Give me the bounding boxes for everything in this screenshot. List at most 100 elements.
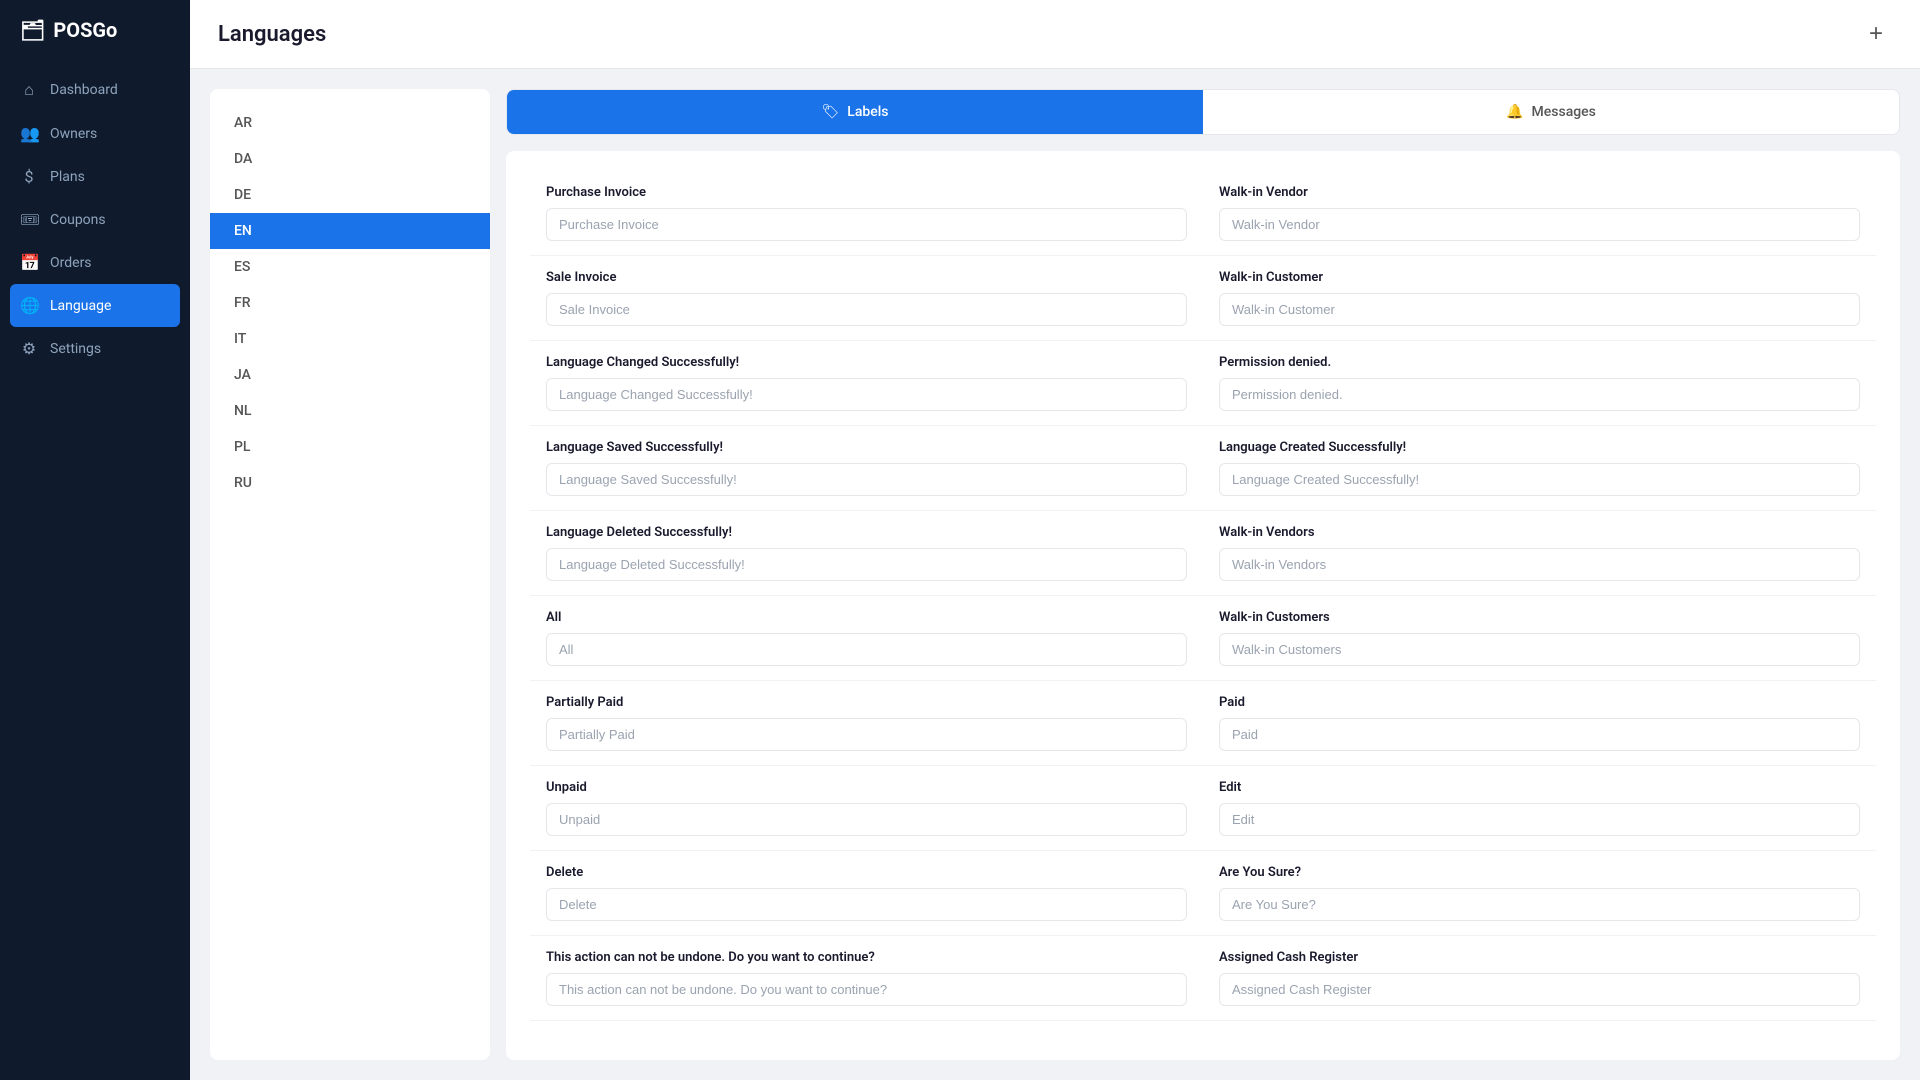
add-button[interactable]: + [1860, 18, 1892, 50]
field-input-edit_label[interactable] [1219, 803, 1860, 836]
app-logo: 🗂 POSGo [0, 0, 190, 60]
sidebar-item-coupons[interactable]: 🎟 Coupons [0, 198, 190, 241]
lang-item-ru[interactable]: RU [210, 465, 490, 501]
label-field-walk_in_customer_label: Walk-in Customer [1203, 256, 1876, 341]
field-input-language_changed_label[interactable] [546, 378, 1187, 411]
field-label-text-language_created_label: Language Created Successfully! [1219, 440, 1860, 455]
sidebar-item-orders[interactable]: 📅Orders [0, 241, 190, 284]
tab-labels[interactable]: 🏷 Labels [507, 90, 1203, 134]
label-field-language_deleted_label: Language Deleted Successfully! [530, 511, 1203, 596]
label-field-permission_denied_label: Permission denied. [1203, 341, 1876, 426]
lang-item-de[interactable]: DE [210, 177, 490, 213]
lang-item-fr[interactable]: FR [210, 285, 490, 321]
lang-item-da[interactable]: DA [210, 141, 490, 177]
field-input-language_deleted_label[interactable] [546, 548, 1187, 581]
label-field-language_saved_label: Language Saved Successfully! [530, 426, 1203, 511]
field-input-all_label[interactable] [546, 633, 1187, 666]
field-input-unpaid_label[interactable] [546, 803, 1187, 836]
lang-item-ar[interactable]: AR [210, 105, 490, 141]
nav-menu: ⌂Dashboard 👥 Owners $ Plans 🎟 Coupons 📅Orders 🌐 L… [0, 60, 190, 378]
sidebar-item-owners[interactable]: 👥 Owners [0, 112, 190, 155]
label-field-delete_label: Delete [530, 851, 1203, 936]
settings-icon: ⚙ [20, 339, 38, 358]
field-label-text-permission_denied_label: Permission denied. [1219, 355, 1860, 370]
sidebar-item-dashboard[interactable]: ⌂Dashboard [0, 68, 190, 112]
orders-icon: 📅 [20, 253, 38, 272]
field-input-sale_invoice_label[interactable] [546, 293, 1187, 326]
field-input-partially_paid_label[interactable] [546, 718, 1187, 751]
nav-label-dashboard: Dashboard [50, 82, 118, 98]
field-label-text-all_label: All [546, 610, 1187, 625]
field-input-action_undone_label[interactable] [546, 973, 1187, 1006]
plans-icon: $ [20, 167, 38, 186]
field-label-text-unpaid_label: Unpaid [546, 780, 1187, 795]
field-label-text-walk_in_vendor_label: Walk-in Vendor [1219, 185, 1860, 200]
labels-container: Purchase Invoice Walk-in Vendor Sale Inv… [506, 151, 1900, 1060]
label-field-purchase_invoice_label: Purchase Invoice [530, 171, 1203, 256]
field-input-language_created_label[interactable] [1219, 463, 1860, 496]
field-label-text-are_you_sure_label: Are You Sure? [1219, 865, 1860, 880]
lang-item-es[interactable]: ES [210, 249, 490, 285]
labels-tab-icon: 🏷 [821, 104, 839, 120]
label-field-language_changed_label: Language Changed Successfully! [530, 341, 1203, 426]
label-field-unpaid_label: Unpaid [530, 766, 1203, 851]
messages-tab-label: Messages [1532, 104, 1596, 120]
right-panel: 🏷 Labels 🔔 Messages Purchase Invoice Walk-i… [506, 89, 1900, 1060]
field-label-text-walk_in_vendors_label: Walk-in Vendors [1219, 525, 1860, 540]
tab-messages[interactable]: 🔔 Messages [1203, 90, 1899, 134]
field-input-walk_in_vendors_label[interactable] [1219, 548, 1860, 581]
messages-tab-icon: 🔔 [1506, 104, 1523, 120]
field-input-assigned_cash_register_label[interactable] [1219, 973, 1860, 1006]
nav-label-settings: Settings [50, 341, 101, 357]
lang-item-nl[interactable]: NL [210, 393, 490, 429]
sidebar-item-plans[interactable]: $ Plans [0, 155, 190, 198]
page-title: Languages [218, 22, 326, 47]
logo-icon: 🗂 [20, 18, 45, 42]
label-field-partially_paid_label: Partially Paid [530, 681, 1203, 766]
coupons-icon: 🎟 [20, 210, 38, 229]
field-input-delete_label[interactable] [546, 888, 1187, 921]
field-input-language_saved_label[interactable] [546, 463, 1187, 496]
lang-item-pl[interactable]: PL [210, 429, 490, 465]
language-icon: 🌐 [20, 296, 38, 315]
field-input-paid_label[interactable] [1219, 718, 1860, 751]
label-field-action_undone_label: This action can not be undone. Do you wa… [530, 936, 1203, 1021]
app-name: POSGo [53, 18, 117, 42]
field-input-walk_in_customers_label[interactable] [1219, 633, 1860, 666]
lang-item-en[interactable]: EN [210, 213, 490, 249]
field-label-text-language_saved_label: Language Saved Successfully! [546, 440, 1187, 455]
label-field-edit_label: Edit [1203, 766, 1876, 851]
main-content: Languages + ARDADEENESFRITJANLPLRU 🏷 Labe… [190, 0, 1920, 1080]
label-field-are_you_sure_label: Are You Sure? [1203, 851, 1876, 936]
field-label-text-language_changed_label: Language Changed Successfully! [546, 355, 1187, 370]
field-label-text-walk_in_customers_label: Walk-in Customers [1219, 610, 1860, 625]
nav-label-plans: Plans [50, 169, 85, 185]
lang-item-ja[interactable]: JA [210, 357, 490, 393]
label-field-language_created_label: Language Created Successfully! [1203, 426, 1876, 511]
field-label-text-walk_in_customer_label: Walk-in Customer [1219, 270, 1860, 285]
owners-icon: 👥 [20, 124, 38, 143]
field-label-text-partially_paid_label: Partially Paid [546, 695, 1187, 710]
field-label-text-purchase_invoice_label: Purchase Invoice [546, 185, 1187, 200]
field-label-text-paid_label: Paid [1219, 695, 1860, 710]
field-input-purchase_invoice_label[interactable] [546, 208, 1187, 241]
sidebar-item-settings[interactable]: ⚙ Settings [0, 327, 190, 370]
field-label-text-sale_invoice_label: Sale Invoice [546, 270, 1187, 285]
field-input-are_you_sure_label[interactable] [1219, 888, 1860, 921]
field-input-permission_denied_label[interactable] [1219, 378, 1860, 411]
labels-tab-label: Labels [847, 104, 888, 120]
lang-item-it[interactable]: IT [210, 321, 490, 357]
language-list-panel: ARDADEENESFRITJANLPLRU [210, 89, 490, 1060]
top-bar: Languages + [190, 0, 1920, 69]
sidebar-item-language[interactable]: 🌐 Language [10, 284, 180, 327]
label-field-paid_label: Paid [1203, 681, 1876, 766]
labels-grid: Purchase Invoice Walk-in Vendor Sale Inv… [530, 171, 1876, 1021]
nav-label-coupons: Coupons [50, 212, 106, 228]
label-field-assigned_cash_register_label: Assigned Cash Register [1203, 936, 1876, 1021]
field-input-walk_in_vendor_label[interactable] [1219, 208, 1860, 241]
label-field-all_label: All [530, 596, 1203, 681]
nav-label-owners: Owners [50, 126, 97, 142]
field-input-walk_in_customer_label[interactable] [1219, 293, 1860, 326]
tab-bar: 🏷 Labels 🔔 Messages [506, 89, 1900, 135]
nav-label-language: Language [50, 298, 111, 314]
